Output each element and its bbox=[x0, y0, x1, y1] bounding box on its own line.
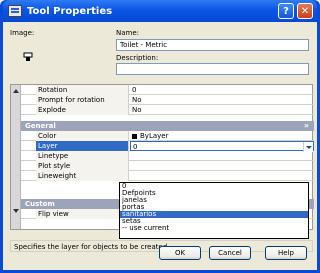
property-row-rotation[interactable]: Rotation 0 bbox=[21, 85, 314, 95]
name-field[interactable]: Toilet - Metric bbox=[116, 39, 309, 51]
property-key: Rotation bbox=[36, 85, 129, 95]
layer-select-value: 0 bbox=[133, 143, 138, 151]
tool-properties-dialog: Tool Properties ? ✕ Image: Name: Toilet … bbox=[0, 0, 320, 273]
description-label: Description: bbox=[116, 54, 159, 62]
property-value[interactable]: 0 bbox=[130, 85, 314, 95]
property-value[interactable] bbox=[130, 161, 314, 171]
help-button[interactable]: Help bbox=[265, 246, 307, 260]
layer-dropdown-list[interactable]: 0 Defpoints janelas portas sanitarios se… bbox=[119, 182, 309, 239]
property-row-explode[interactable]: Explode No bbox=[21, 105, 314, 115]
property-key: Prompt for rotation bbox=[36, 95, 129, 105]
color-swatch-icon bbox=[132, 133, 137, 139]
chevron-down-icon bbox=[305, 145, 312, 149]
property-value-color[interactable]: ByLayer bbox=[130, 131, 314, 141]
property-key: Plot style bbox=[36, 161, 129, 171]
color-value-text: ByLayer bbox=[140, 132, 169, 140]
property-key: Flip view bbox=[36, 209, 129, 219]
title-help-button[interactable]: ? bbox=[278, 3, 294, 19]
section-title: General bbox=[25, 122, 56, 130]
property-key: Explode bbox=[36, 105, 129, 115]
dropdown-option[interactable]: janelas bbox=[120, 197, 308, 204]
property-value[interactable]: No bbox=[130, 105, 314, 115]
dropdown-option-highlighted[interactable]: sanitarios bbox=[120, 211, 308, 218]
image-label: Image: bbox=[10, 29, 35, 37]
property-row-prompt-for-rotation[interactable]: Prompt for rotation No bbox=[21, 95, 314, 105]
property-key: Color bbox=[36, 131, 129, 141]
general-section-header[interactable]: General » bbox=[21, 121, 314, 131]
property-value[interactable] bbox=[130, 171, 314, 181]
property-row-color[interactable]: Color ByLayer bbox=[21, 131, 314, 141]
property-row-plot-style[interactable]: Plot style bbox=[21, 161, 314, 171]
tool-properties-icon bbox=[8, 5, 22, 17]
property-value[interactable]: No bbox=[130, 95, 314, 105]
section-title: Custom bbox=[25, 200, 55, 208]
property-row-linetype[interactable]: Linetype bbox=[21, 151, 314, 161]
ok-button[interactable]: OK bbox=[159, 246, 201, 260]
block-preview-icon bbox=[23, 52, 33, 61]
cancel-button[interactable]: Cancel bbox=[209, 246, 251, 260]
window-title: Tool Properties bbox=[27, 5, 113, 17]
description-field[interactable] bbox=[116, 63, 309, 75]
scroll-up-arrow-icon[interactable] bbox=[13, 89, 19, 93]
properties-scroll-rail[interactable] bbox=[11, 85, 21, 229]
close-button[interactable]: ✕ bbox=[297, 3, 313, 19]
property-key: Lineweight bbox=[36, 171, 129, 181]
property-row-lineweight[interactable]: Lineweight bbox=[21, 171, 314, 181]
name-label: Name: bbox=[116, 29, 140, 37]
property-row-layer[interactable]: Layer 0 bbox=[21, 141, 314, 152]
title-bar[interactable]: Tool Properties ? ✕ bbox=[3, 0, 317, 22]
collapse-chevron-icon[interactable]: » bbox=[304, 121, 309, 131]
dialog-client-area: Image: Name: Toilet - Metric Description… bbox=[3, 22, 317, 270]
layer-select[interactable]: 0 bbox=[130, 141, 314, 152]
property-key: Linetype bbox=[36, 151, 129, 161]
property-value[interactable] bbox=[130, 151, 314, 161]
property-key: Layer bbox=[36, 141, 129, 151]
dropdown-option[interactable]: Defpoints bbox=[120, 190, 308, 197]
dropdown-option[interactable]: -- use current bbox=[120, 225, 308, 232]
scroll-down-arrow-icon[interactable] bbox=[13, 209, 19, 213]
